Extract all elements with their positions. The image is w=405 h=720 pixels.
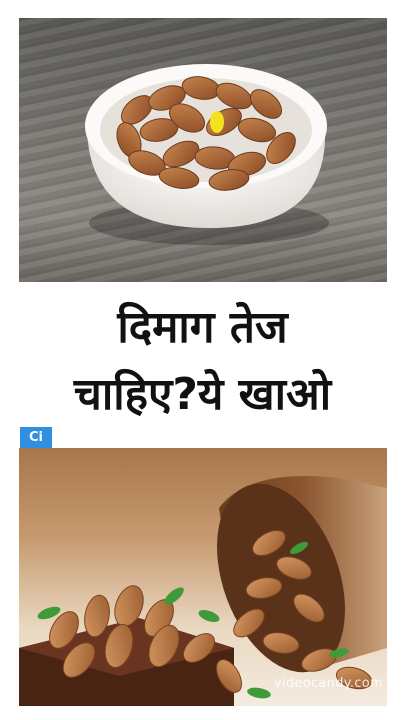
almond-cup-photo [19, 448, 387, 706]
almond-bowl-illustration [85, 64, 329, 245]
almond-bowl-photo [19, 18, 387, 282]
headline-line-1: दिमाग तेज [117, 302, 288, 353]
watermark-text: videocandy.com [273, 676, 383, 691]
almond-cup-illustration [19, 476, 387, 706]
headline-line-2: चाहिए?ये खाओ [73, 369, 332, 420]
caption-badge: Ci [20, 427, 52, 449]
